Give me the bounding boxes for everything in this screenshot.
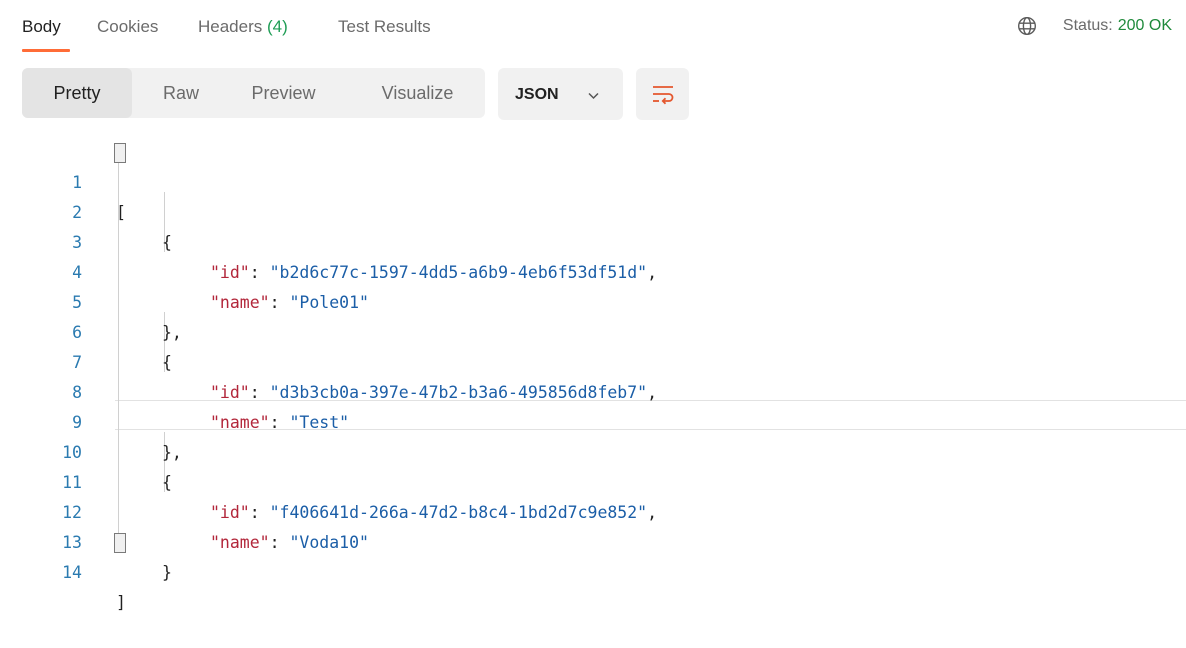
code-line: 11 "id": "f406641d-266a-47d2-b8c4-1bd2d7… [0, 438, 1186, 522]
pretty-button[interactable]: Pretty [22, 68, 132, 118]
code-line: 14 ] [0, 528, 1186, 612]
format-select-value: JSON [515, 86, 559, 103]
code-line: 7 "id": "d3b3cb0a-397e-47b2-b3a6-495856d… [0, 318, 1186, 402]
wrap-lines-icon [653, 86, 674, 105]
tab-headers-label: Headers [198, 17, 263, 36]
preview-button[interactable]: Preview [236, 68, 331, 118]
code-line: 12 "name": "Voda10" [0, 468, 1186, 552]
code-line: 8 "name": "Test" [0, 348, 1186, 432]
code-line: 5 }, [0, 258, 1186, 342]
visualize-button[interactable]: Visualize [364, 68, 471, 118]
code-line: 6 { [0, 288, 1186, 372]
code-line: 4 "name": "Pole01" [0, 228, 1186, 312]
tab-cookies[interactable]: Cookies [97, 17, 158, 37]
line-number: 14 [62, 563, 82, 582]
globe-icon[interactable] [1017, 16, 1037, 36]
code-line: 2 { [0, 168, 1186, 252]
response-status: Status: 200 OK [1017, 16, 1172, 36]
code-text: ] [116, 593, 126, 612]
chevron-down-icon [588, 92, 599, 100]
tab-test-results[interactable]: Test Results [338, 17, 431, 37]
code-line: 10 { [0, 408, 1186, 492]
code-line: 9 }, [0, 378, 1186, 462]
code-line: 3 "id": "b2d6c77c-1597-4dd5-a6b9-4eb6f53… [0, 198, 1186, 282]
code-line: 13 } [0, 498, 1186, 582]
tab-headers[interactable]: Headers (4) [198, 17, 288, 37]
headers-count-badge: (4) [267, 17, 288, 36]
response-body-editor[interactable]: 1 [ 2 { 3 "id": "b2d6c77c-1597-4dd5-a6b9… [0, 138, 1186, 612]
wrap-lines-button[interactable] [636, 68, 689, 120]
response-tabs: Body Cookies Headers (4) Test Results St… [0, 0, 1186, 52]
code-text: } [162, 563, 172, 582]
status-label: Status: [1062, 17, 1113, 34]
tab-body[interactable]: Body [22, 17, 61, 37]
status-value[interactable]: 200 OK [1118, 17, 1172, 35]
raw-button[interactable]: Raw [146, 68, 216, 118]
view-mode-segmented-control: Pretty Raw Preview Visualize [22, 68, 485, 118]
active-tab-indicator [22, 49, 70, 52]
format-select[interactable]: JSON [498, 68, 623, 120]
code-line: 1 [ [0, 138, 1186, 222]
